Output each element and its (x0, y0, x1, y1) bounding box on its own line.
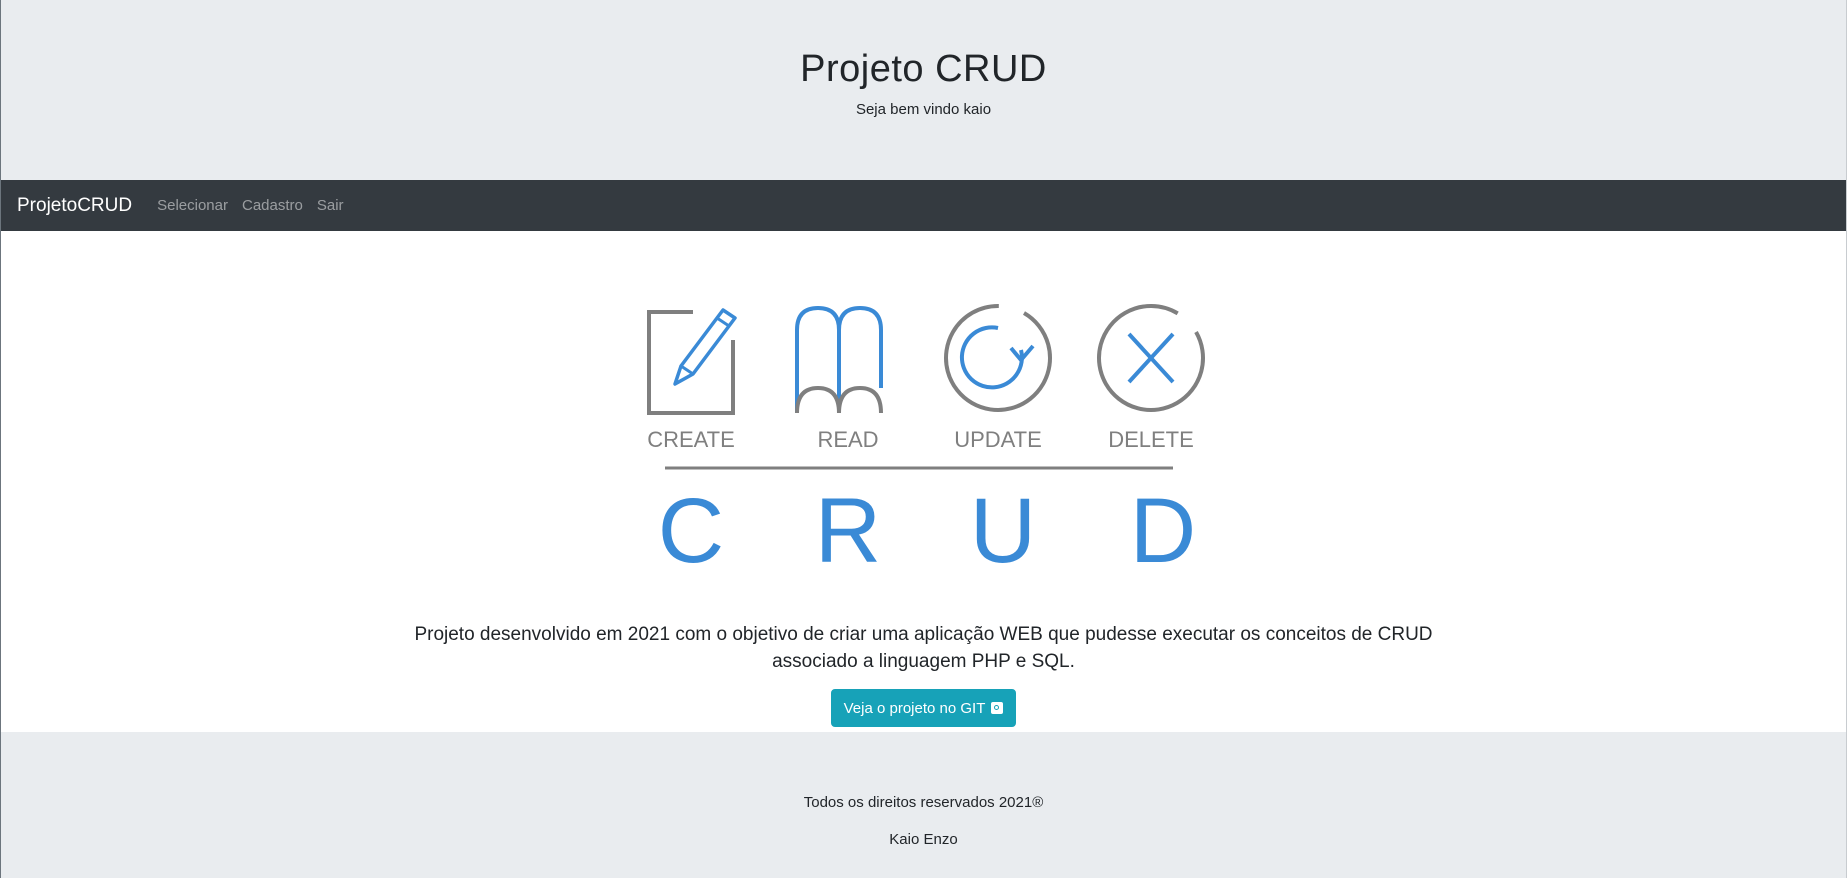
nav-link-selecionar[interactable]: Selecionar (157, 197, 228, 214)
logo-letter-r: R (815, 480, 881, 575)
footer-author: Kaio Enzo (889, 831, 958, 848)
welcome-message: Seja bem vindo kaio (855, 101, 992, 118)
update-icon (944, 303, 1052, 412)
read-icon (795, 305, 883, 414)
header-jumbotron: Projeto CRUD Seja bem vindo kaio (1, 0, 1846, 180)
description-line-2: associado a linguagem PHP e SQL. (772, 651, 1075, 672)
logo-letter-c: C (658, 480, 724, 575)
navbar: ProjetoCRUD Selecionar Cadastro Sair (1, 180, 1846, 231)
nav-link-cadastro[interactable]: Cadastro (242, 197, 303, 214)
github-icon (991, 702, 1004, 714)
nav-link-sair[interactable]: Sair (317, 197, 344, 214)
git-button[interactable]: Veja o projeto no GIT (830, 689, 1017, 727)
create-icon (647, 308, 737, 415)
project-description: Projeto desenvolvido em 2021 com o objet… (1, 621, 1846, 675)
logo-label-delete: DELETE (1108, 427, 1194, 452)
crud-logo-image: CREATE READ UPDATE DELETE C R U D (647, 303, 1205, 575)
description-line-1: Projeto desenvolvido em 2021 com o objet… (414, 624, 1433, 645)
navbar-brand[interactable]: ProjetoCRUD (17, 195, 132, 217)
logo-label-update: UPDATE (954, 427, 1042, 452)
logo-label-create: CREATE (647, 427, 735, 452)
footer: Todos os direitos reservados 2021® Kaio … (1, 732, 1846, 878)
logo-label-read: READ (817, 427, 878, 452)
git-button-wrapper: Veja o projeto no GIT (1, 689, 1846, 727)
page: Projeto CRUD Seja bem vindo kaio Projeto… (0, 0, 1847, 878)
logo-letter-u: U (970, 480, 1036, 575)
page-title: Projeto CRUD (800, 48, 1047, 90)
logo-letter-d: D (1130, 480, 1196, 575)
footer-copyright: Todos os direitos reservados 2021® (803, 794, 1044, 811)
delete-icon (1097, 304, 1205, 412)
git-button-label: Veja o projeto no GIT (843, 699, 986, 717)
